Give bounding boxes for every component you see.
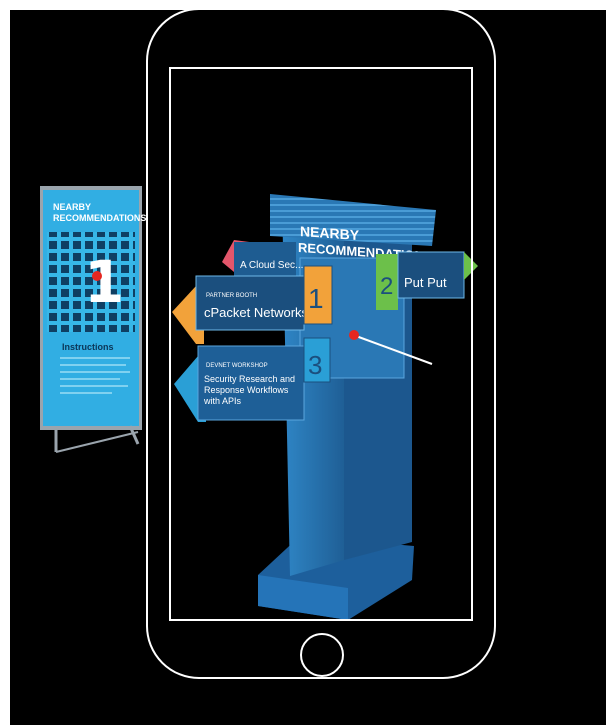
- arrow-green-title: Put Put: [404, 275, 447, 290]
- ar-anchor-dot: [92, 271, 102, 281]
- signpost-arrow-red: A Cloud Sec...: [222, 240, 303, 276]
- arrow-orange-category: PARTNER BOOTH: [206, 293, 257, 299]
- arrow-blue-title-wrap: Security Research and Response Workflows…: [204, 374, 296, 406]
- arrow-red-title: A Cloud Sec...: [240, 260, 303, 271]
- arrow-blue-title: Security Research and Response Workflows…: [204, 374, 296, 406]
- banner-title-line2: RECOMMENDATIONS: [53, 213, 146, 223]
- arrow-green-number: 2: [380, 273, 393, 300]
- arrow-blue-category: DEVNET WORKSHOP: [206, 363, 268, 369]
- arrow-orange-number: 1: [308, 283, 324, 314]
- banner-instructions-heading: Instructions: [62, 342, 114, 352]
- arrow-orange-title: cPacket Networks: [204, 305, 309, 320]
- banner-stand: NEARBY RECOMMENDATIONS 1 Instructions: [40, 186, 146, 453]
- banner-big-number: 1: [84, 248, 124, 316]
- ar-scene: NEARBY RECOMMENDATIONS 1 Instructions NE…: [10, 8, 606, 725]
- banner-title-line1: NEARBY: [53, 202, 91, 212]
- arrow-blue-number: 3: [308, 350, 322, 380]
